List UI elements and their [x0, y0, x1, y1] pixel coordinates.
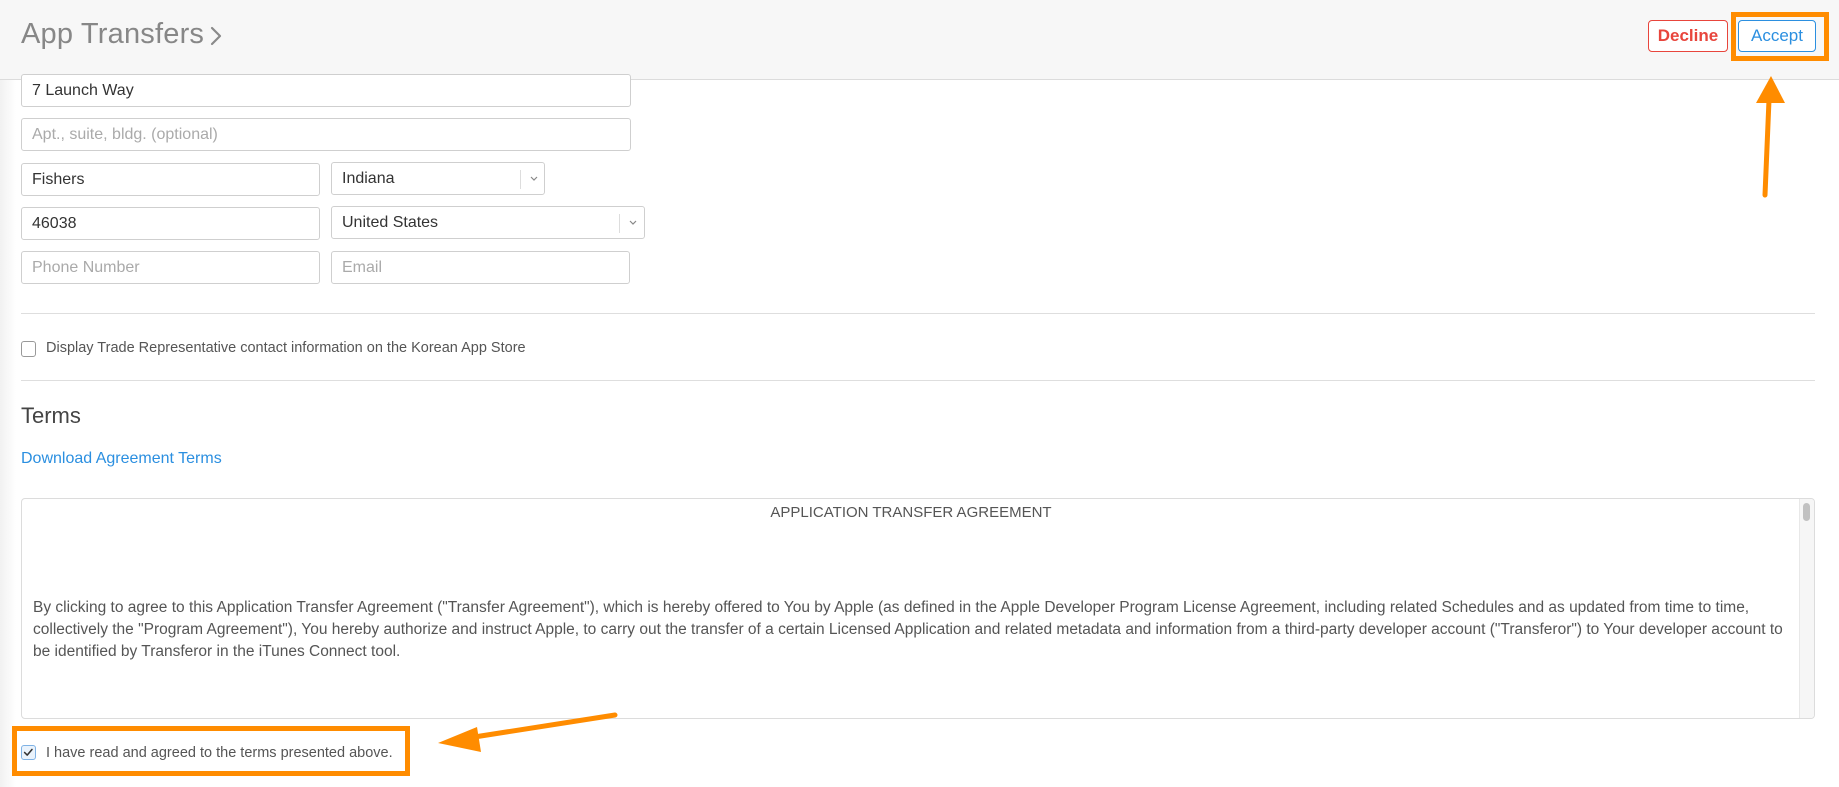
terms-section-title: Terms	[21, 403, 81, 428]
state-select[interactable]: Indiana	[331, 162, 545, 195]
decline-button[interactable]: Decline	[1648, 20, 1728, 52]
agree-terms-checkbox[interactable]	[21, 745, 36, 760]
agree-terms-label: I have read and agreed to the terms pres…	[46, 745, 393, 761]
phone-number-input[interactable]	[21, 251, 320, 284]
section-divider	[21, 313, 1815, 314]
state-select-value: Indiana	[342, 169, 395, 187]
left-edge-shade	[0, 0, 16, 787]
select-separator	[619, 214, 620, 233]
checkmark-icon	[23, 748, 33, 756]
korean-app-store-checkbox[interactable]	[21, 341, 36, 357]
agreement-text-box[interactable]: APPLICATION TRANSFER AGREEMENT By clicki…	[21, 498, 1815, 719]
download-agreement-terms-link[interactable]: Download Agreement Terms	[21, 450, 222, 468]
arrow-to-accept-icon	[1756, 76, 1785, 198]
page-header: App Transfers Decline Accept	[0, 0, 1839, 80]
chevron-down-icon	[530, 176, 538, 181]
accept-button[interactable]: Accept	[1738, 20, 1816, 52]
street-address-input[interactable]	[21, 74, 631, 107]
country-select-value: United States	[342, 213, 439, 231]
zip-code-input[interactable]	[21, 207, 320, 240]
chevron-right-icon[interactable]	[210, 26, 222, 46]
scrollbar-thumb[interactable]	[1803, 503, 1810, 521]
korean-app-store-label: Display Trade Representative contact inf…	[46, 340, 526, 356]
city-input[interactable]	[21, 163, 320, 196]
select-separator	[520, 170, 521, 189]
country-select[interactable]: United States	[331, 206, 645, 239]
apt-suite-input[interactable]	[21, 118, 631, 151]
chevron-down-icon	[629, 220, 637, 225]
agreement-scrollbar[interactable]	[1799, 499, 1814, 718]
section-divider	[21, 380, 1815, 381]
agreement-heading: APPLICATION TRANSFER AGREEMENT	[770, 504, 1052, 521]
agreement-body: By clicking to agree to this Application…	[33, 599, 1783, 660]
email-input[interactable]	[331, 251, 630, 284]
arrow-to-checkbox-icon	[438, 712, 618, 752]
page-title: App Transfers	[21, 18, 205, 50]
